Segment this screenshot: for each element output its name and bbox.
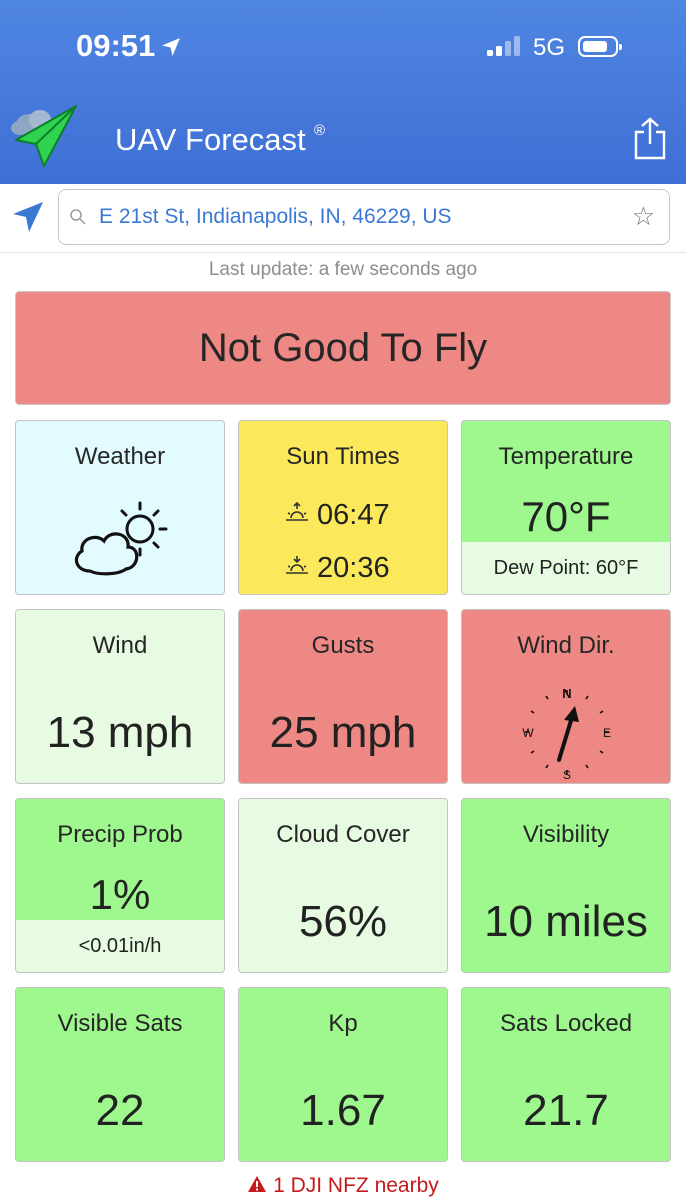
location-services-icon (162, 38, 180, 56)
search-icon (70, 209, 86, 225)
share-icon[interactable] (633, 116, 667, 160)
wind-value: 13 mph (46, 708, 194, 757)
registered-mark: ® (314, 122, 326, 139)
status-time: 09:51 (76, 28, 156, 63)
compass-west: W (522, 726, 534, 740)
precip-prob-tile[interactable]: Precip Prob 1% <0.01in/h (15, 798, 225, 973)
sunrise-icon (286, 502, 308, 522)
gusts-tile[interactable]: Gusts 25 mph (238, 609, 448, 784)
cloud-cover-value: 56% (298, 897, 388, 946)
sats-locked-value: 21.7 (523, 1086, 609, 1135)
wind-tile[interactable]: Wind 13 mph (15, 609, 225, 784)
network-type: 5G (533, 34, 566, 61)
sunset-icon (286, 556, 308, 575)
precip-rate-text: <0.01in/h (16, 920, 224, 972)
battery-icon (578, 36, 622, 57)
gusts-value: 25 mph (269, 708, 417, 757)
precip-prob-label: Precip Prob (57, 821, 183, 848)
sunset-time: 20:36 (317, 552, 390, 584)
weather-label: Weather (74, 443, 166, 470)
app-title: UAV Forecast (115, 122, 306, 157)
visible-sats-tile[interactable]: Visible Sats 22 (15, 987, 225, 1162)
gusts-label: Gusts (311, 632, 375, 659)
compass-north: N (562, 686, 571, 701)
sats-locked-tile[interactable]: Sats Locked 21.7 (461, 987, 671, 1162)
wind-direction-arrow (557, 706, 579, 762)
visible-sats-label: Visible Sats (57, 1010, 183, 1037)
sun-times-label: Sun Times (286, 443, 400, 470)
wind-compass-icon: N E S W (522, 686, 611, 782)
kp-index-tile[interactable]: Kp 1.67 (238, 987, 448, 1162)
temperature-value: 70°F (521, 493, 611, 540)
visible-sats-value: 22 (95, 1086, 145, 1135)
dew-point-text: Dew Point: 60°F (462, 542, 670, 594)
sunset-row: 20:36 (283, 552, 390, 585)
visibility-tile[interactable]: Visibility 10 miles (461, 798, 671, 973)
compass-south: S (563, 768, 571, 782)
weather-tile[interactable]: Weather (15, 420, 225, 595)
nfz-warning-text[interactable]: 1 DJI NFZ nearby (273, 1174, 439, 1197)
wind-label: Wind (92, 632, 148, 659)
signal-strength-icon (487, 36, 523, 56)
temperature-label: Temperature (498, 443, 634, 470)
search-input-value[interactable]: E 21st St, Indianapolis, IN, 46229, US (99, 205, 452, 229)
visibility-value: 10 miles (484, 897, 648, 946)
wind-direction-tile[interactable]: Wind Dir. N E S W (461, 609, 671, 784)
app-header: 09:51 5G UAV Forecast ® (0, 0, 686, 184)
fly-verdict-banner[interactable]: Not Good To Fly (15, 291, 671, 405)
sunrise-time: 06:47 (317, 499, 390, 531)
partly-sunny-icon (74, 501, 168, 576)
visibility-label: Visibility (522, 821, 610, 848)
compass-east: E (603, 726, 611, 740)
cloud-cover-label: Cloud Cover (276, 821, 410, 848)
sun-times-tile[interactable]: Sun Times 06:47 20:36 (238, 420, 448, 595)
app-logo (11, 105, 77, 167)
favorite-star-icon[interactable]: ☆ (632, 201, 655, 232)
temperature-tile[interactable]: Temperature 70°F Dew Point: 60°F (461, 420, 671, 595)
wind-direction-label: Wind Dir. (517, 632, 615, 659)
sats-locked-label: Sats Locked (499, 1010, 633, 1037)
current-location-icon[interactable] (11, 200, 45, 234)
last-update-text: Last update: a few seconds ago (208, 259, 478, 280)
warning-triangle-icon (248, 1176, 267, 1193)
nfz-warning[interactable]: 1 DJI NFZ nearby (0, 1174, 686, 1198)
precip-prob-value: 1% (89, 871, 151, 918)
kp-index-label: Kp (328, 1010, 358, 1037)
cloud-cover-tile[interactable]: Cloud Cover 56% (238, 798, 448, 973)
location-search-input[interactable]: E 21st St, Indianapolis, IN, 46229, US ☆ (58, 189, 670, 245)
kp-index-value: 1.67 (300, 1086, 386, 1135)
sunrise-row: 06:47 (283, 499, 390, 532)
